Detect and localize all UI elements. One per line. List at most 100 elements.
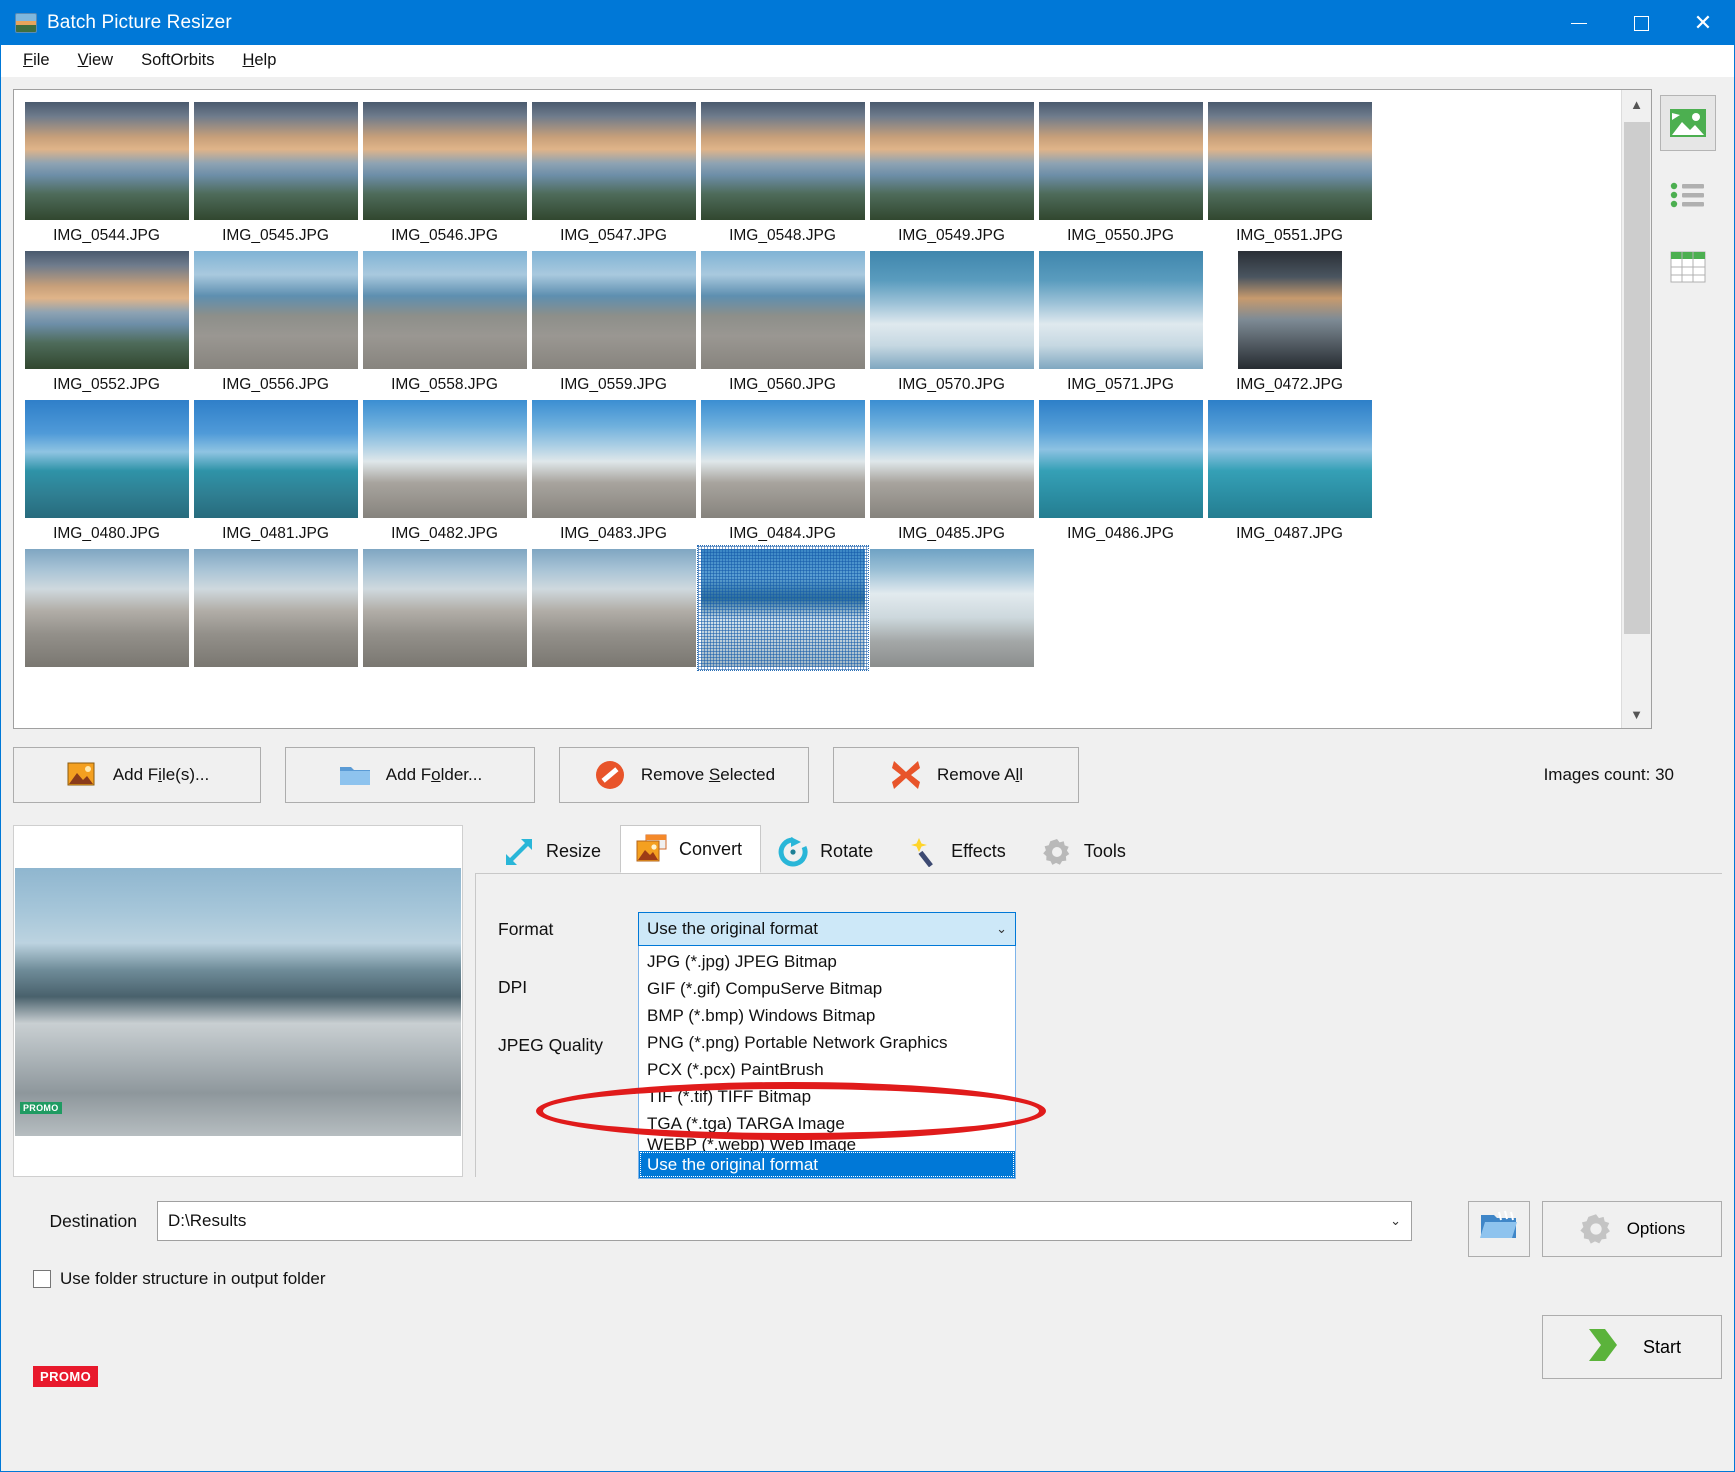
- remove-all-button[interactable]: Remove All: [833, 747, 1079, 803]
- tab-rotate[interactable]: Rotate: [761, 829, 893, 873]
- tab-resize[interactable]: Resize: [487, 829, 621, 873]
- thumbnail-panel[interactable]: IMG_0544.JPG IMG_0545.JPG IMG_0546.JPG IMG_…: [13, 89, 1652, 729]
- thumbnail-image[interactable]: [24, 400, 189, 518]
- browse-destination-button[interactable]: [1468, 1201, 1530, 1257]
- format-option[interactable]: BMP (*.bmp) Windows Bitmap: [639, 1002, 1015, 1029]
- thumbnail-image[interactable]: [362, 549, 527, 667]
- thumbnail-item[interactable]: IMG_0570.JPG: [867, 245, 1036, 394]
- list-view-button[interactable]: [1660, 167, 1716, 223]
- thumbnail-item[interactable]: IMG_0550.JPG: [1036, 96, 1205, 245]
- scrollbar-thumb[interactable]: [1623, 122, 1650, 635]
- thumbnail-item[interactable]: IMG_0487.JPG: [1205, 394, 1374, 543]
- format-option[interactable]: TGA (*.tga) TARGA Image: [639, 1110, 1015, 1137]
- thumbnail-image[interactable]: [531, 400, 696, 518]
- thumbnail-scrollbar[interactable]: ▲ ▼: [1621, 90, 1651, 728]
- thumbnail-image[interactable]: [1207, 102, 1372, 220]
- menu-softorbits[interactable]: SoftOrbits: [127, 47, 228, 74]
- thumbnail-item[interactable]: IMG_0545.JPG: [191, 96, 360, 245]
- thumbnail-image[interactable]: [193, 549, 358, 667]
- thumbnail-item[interactable]: IMG_0484.JPG: [698, 394, 867, 543]
- format-option[interactable]: WEBP (*.webp) Web Image: [639, 1137, 1015, 1151]
- thumbnail-image[interactable]: [193, 400, 358, 518]
- thumbnail-item[interactable]: IMG_0485.JPG: [867, 394, 1036, 543]
- start-button[interactable]: Start: [1542, 1315, 1722, 1379]
- thumbnail-item[interactable]: IMG_0544.JPG: [22, 96, 191, 245]
- thumbnail-image[interactable]: [531, 102, 696, 220]
- thumbnail-image[interactable]: [24, 102, 189, 220]
- format-dropdown-list[interactable]: JPG (*.jpg) JPEG Bitmap GIF (*.gif) Compu…: [638, 946, 1016, 1179]
- thumbnail-image[interactable]: [193, 102, 358, 220]
- thumbnail-item[interactable]: [529, 543, 698, 674]
- thumbnail-item[interactable]: [22, 543, 191, 674]
- tab-effects[interactable]: Effects: [892, 829, 1025, 873]
- options-button[interactable]: Options: [1542, 1201, 1722, 1257]
- thumbnail-item[interactable]: IMG_0546.JPG: [360, 96, 529, 245]
- thumbnail-item[interactable]: IMG_0551.JPG: [1205, 96, 1374, 245]
- thumbnail-item[interactable]: IMG_0547.JPG: [529, 96, 698, 245]
- details-view-button[interactable]: [1660, 239, 1716, 295]
- thumbnail-item[interactable]: IMG_0482.JPG: [360, 394, 529, 543]
- thumbnail-image[interactable]: [193, 251, 358, 369]
- thumbnail-image[interactable]: [1237, 251, 1342, 369]
- thumbnail-image[interactable]: [24, 251, 189, 369]
- thumbnail-view-button[interactable]: [1660, 95, 1716, 151]
- scrollbar-track[interactable]: [1621, 118, 1651, 700]
- thumbnail-item[interactable]: [191, 543, 360, 674]
- thumbnail-item[interactable]: IMG_0552.JPG: [22, 245, 191, 394]
- thumbnail-item[interactable]: IMG_0483.JPG: [529, 394, 698, 543]
- thumbnail-item[interactable]: [867, 543, 1036, 674]
- thumbnail-image[interactable]: [24, 549, 189, 667]
- format-option[interactable]: GIF (*.gif) CompuServe Bitmap: [639, 975, 1015, 1002]
- format-option[interactable]: PCX (*.pcx) PaintBrush: [639, 1056, 1015, 1083]
- format-combobox[interactable]: Use the original format ⌄: [638, 912, 1016, 946]
- menu-help[interactable]: Help: [228, 47, 290, 74]
- scroll-up-button[interactable]: ▲: [1621, 90, 1651, 118]
- thumbnail-grid[interactable]: IMG_0544.JPG IMG_0545.JPG IMG_0546.JPG IMG_…: [14, 90, 1621, 728]
- thumbnail-image[interactable]: [1038, 102, 1203, 220]
- thumbnail-item[interactable]: IMG_0481.JPG: [191, 394, 360, 543]
- tab-convert[interactable]: Convert: [620, 825, 762, 873]
- thumbnail-item[interactable]: IMG_0560.JPG: [698, 245, 867, 394]
- maximize-button[interactable]: [1610, 1, 1672, 45]
- thumbnail-item[interactable]: IMG_0549.JPG: [867, 96, 1036, 245]
- close-button[interactable]: ✕: [1672, 1, 1734, 45]
- menu-view[interactable]: View: [64, 47, 127, 74]
- minimize-button[interactable]: [1548, 1, 1610, 45]
- thumbnail-image[interactable]: [869, 400, 1034, 518]
- thumbnail-image[interactable]: [696, 545, 869, 671]
- thumbnail-image[interactable]: [1038, 400, 1203, 518]
- format-option[interactable]: TIF (*.tif) TIFF Bitmap: [639, 1083, 1015, 1110]
- thumbnail-image[interactable]: [531, 549, 696, 667]
- thumbnail-item[interactable]: IMG_0486.JPG: [1036, 394, 1205, 543]
- thumbnail-image[interactable]: [362, 251, 527, 369]
- thumbnail-item[interactable]: IMG_0559.JPG: [529, 245, 698, 394]
- thumbnail-image[interactable]: [1207, 400, 1372, 518]
- thumbnail-item[interactable]: IMG_0571.JPG: [1036, 245, 1205, 394]
- thumbnail-item[interactable]: IMG_0556.JPG: [191, 245, 360, 394]
- thumbnail-image[interactable]: [869, 102, 1034, 220]
- thumbnail-image[interactable]: [700, 400, 865, 518]
- add-files-button[interactable]: Add File(s)...: [13, 747, 261, 803]
- thumbnail-item[interactable]: IMG_0548.JPG: [698, 96, 867, 245]
- scroll-down-button[interactable]: ▼: [1621, 700, 1651, 728]
- thumbnail-image[interactable]: [1038, 251, 1203, 369]
- thumbnail-item[interactable]: [360, 543, 529, 674]
- menu-file[interactable]: File: [9, 47, 64, 74]
- thumbnail-image[interactable]: [869, 549, 1034, 667]
- use-folder-structure-checkbox[interactable]: [33, 1270, 51, 1288]
- remove-selected-button[interactable]: Remove Selected: [559, 747, 809, 803]
- destination-combobox[interactable]: D:\Results ⌄: [157, 1201, 1412, 1241]
- thumbnail-item[interactable]: IMG_0558.JPG: [360, 245, 529, 394]
- format-option[interactable]: Use the original format: [639, 1151, 1015, 1178]
- thumbnail-image[interactable]: [531, 251, 696, 369]
- format-option[interactable]: JPG (*.jpg) JPEG Bitmap: [639, 948, 1015, 975]
- thumbnail-item[interactable]: IMG_0480.JPG: [22, 394, 191, 543]
- tab-tools[interactable]: Tools: [1024, 829, 1145, 873]
- thumbnail-image[interactable]: [700, 102, 865, 220]
- use-folder-structure-row[interactable]: Use folder structure in output folder: [33, 1269, 1722, 1289]
- thumbnail-image[interactable]: [869, 251, 1034, 369]
- thumbnail-image[interactable]: [700, 251, 865, 369]
- thumbnail-item[interactable]: [696, 543, 869, 674]
- thumbnail-image[interactable]: [362, 102, 527, 220]
- thumbnail-item[interactable]: IMG_0472.JPG: [1205, 245, 1374, 394]
